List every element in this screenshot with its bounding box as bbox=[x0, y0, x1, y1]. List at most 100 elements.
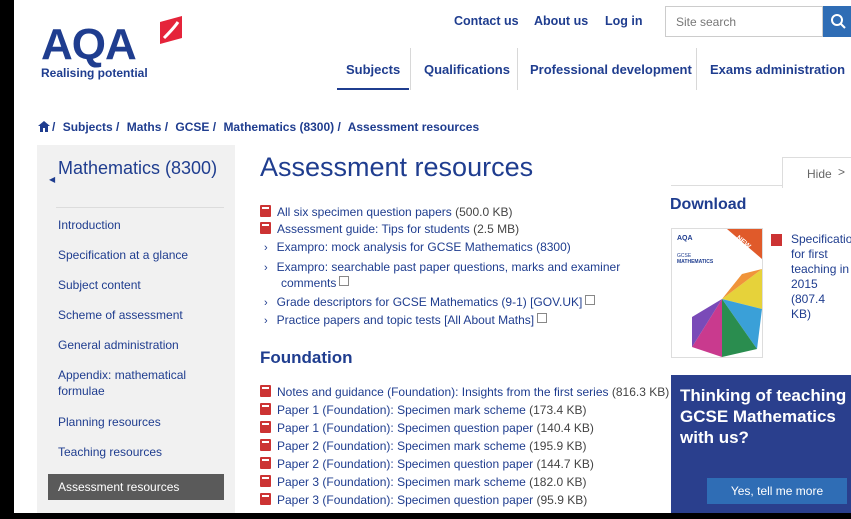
pdf-icon bbox=[260, 475, 271, 487]
list-item[interactable]: Paper 1 (Foundation): Specimen question … bbox=[260, 421, 594, 436]
screen-edge-left bbox=[0, 47, 14, 519]
sidebar-item-subject-content[interactable]: Subject content bbox=[58, 277, 208, 293]
list-item[interactable]: › Practice papers and topic tests [All Ab… bbox=[260, 313, 548, 329]
external-link-icon bbox=[585, 295, 596, 305]
chevron-right-icon: › bbox=[264, 315, 268, 327]
file-size: (816.3 KB) bbox=[611, 385, 670, 399]
chevron-right-icon: › bbox=[264, 242, 268, 254]
resource-link[interactable]: Paper 1 (Foundation): Specimen question … bbox=[277, 421, 533, 435]
nav-active-indicator bbox=[337, 88, 409, 90]
resource-link[interactable]: Notes and guidance (Foundation): Insight… bbox=[277, 385, 609, 399]
chevron-right-icon: › bbox=[264, 262, 268, 274]
breadcrumb-gcse[interactable]: GCSE / bbox=[175, 120, 216, 134]
nav-divider bbox=[696, 48, 697, 90]
nav-qualifications[interactable]: Qualifications bbox=[424, 62, 510, 77]
page: AQA Realising potential Contact us About… bbox=[14, 0, 851, 513]
sidebar-item-appendix[interactable]: Appendix: mathematical formulae bbox=[58, 367, 208, 399]
cover-logo: AQA bbox=[677, 235, 693, 242]
resource-link[interactable]: All six specimen question papers bbox=[277, 205, 452, 219]
spec-line: 2015 (807.4 bbox=[791, 277, 826, 306]
external-link-icon bbox=[537, 313, 548, 323]
contact-us-link[interactable]: Contact us bbox=[454, 14, 519, 28]
search-icon bbox=[831, 14, 846, 29]
sidebar-item-general-admin[interactable]: General administration bbox=[58, 337, 208, 353]
spec-line: for first bbox=[791, 247, 828, 261]
spec-line: teaching in bbox=[791, 262, 850, 276]
resource-link[interactable]: Paper 3 (Foundation): Specimen question … bbox=[277, 493, 533, 507]
list-item[interactable]: Notes and guidance (Foundation): Insight… bbox=[260, 385, 669, 400]
specification-cover-image[interactable]: AQA NEW GCSE MATHEMATICS bbox=[671, 228, 763, 358]
hide-label: Hide bbox=[807, 167, 832, 181]
resource-link[interactable]: Paper 2 (Foundation): Specimen question … bbox=[277, 457, 533, 471]
list-item[interactable]: Paper 3 (Foundation): Specimen question … bbox=[260, 493, 587, 508]
nav-subjects[interactable]: Subjects bbox=[346, 62, 400, 77]
resource-link[interactable]: Exampro: searchable past paper questions… bbox=[277, 260, 621, 274]
nav-professional-development[interactable]: Professional development bbox=[530, 62, 692, 77]
sidebar-title[interactable]: Mathematics (8300) bbox=[58, 157, 218, 179]
pdf-icon bbox=[260, 439, 271, 451]
breadcrumb-current: Assessment resources bbox=[347, 120, 480, 134]
list-item[interactable]: Paper 3 (Foundation): Specimen mark sche… bbox=[260, 475, 587, 490]
sidebar-item-specification[interactable]: Specification at a glance bbox=[58, 247, 208, 263]
search-button[interactable] bbox=[823, 6, 851, 37]
aqa-logo[interactable]: AQA Realising potential bbox=[38, 14, 182, 84]
list-item[interactable]: Paper 2 (Foundation): Specimen mark sche… bbox=[260, 439, 587, 454]
file-size: (144.7 KB) bbox=[536, 457, 594, 471]
resource-link[interactable]: comments bbox=[281, 276, 336, 290]
screen-edge-bottom bbox=[0, 513, 851, 519]
home-icon[interactable] bbox=[38, 121, 50, 132]
list-item-continuation[interactable]: comments bbox=[281, 276, 350, 291]
sidebar-item-planning[interactable]: Planning resources bbox=[58, 414, 208, 430]
file-size: (95.9 KB) bbox=[536, 493, 588, 507]
sidebar-item-teaching[interactable]: Teaching resources bbox=[58, 444, 208, 460]
list-item[interactable]: Assessment guide: Tips for students (2.5… bbox=[260, 222, 519, 237]
right-divider bbox=[671, 185, 782, 186]
resource-link[interactable]: Paper 2 (Foundation): Specimen mark sche… bbox=[277, 439, 526, 453]
sidebar-item-scheme[interactable]: Scheme of assessment bbox=[58, 307, 208, 323]
logo-tagline: Realising potential bbox=[41, 66, 148, 80]
spec-line: KB) bbox=[791, 307, 812, 321]
sidebar-item-assessment-active[interactable]: Assessment resources bbox=[48, 474, 224, 500]
yes-tell-me-more-button[interactable]: Yes, tell me more bbox=[707, 478, 847, 504]
breadcrumb-sep: / bbox=[52, 120, 56, 134]
file-size: (173.4 KB) bbox=[529, 403, 587, 417]
resource-link[interactable]: Paper 1 (Foundation): Specimen mark sche… bbox=[277, 403, 526, 417]
pdf-icon bbox=[260, 205, 271, 217]
pdf-icon bbox=[260, 385, 271, 397]
chevron-right-icon: > bbox=[838, 165, 846, 179]
breadcrumb-maths[interactable]: Maths / bbox=[127, 120, 168, 134]
about-us-link[interactable]: About us bbox=[534, 14, 588, 28]
pdf-icon bbox=[771, 234, 782, 246]
pdf-icon bbox=[260, 222, 271, 234]
logo-wordmark: AQA bbox=[41, 20, 137, 69]
sidebar: ◀ Mathematics (8300) Introduction Specif… bbox=[37, 145, 235, 513]
spec-line: Specification bbox=[791, 232, 851, 246]
breadcrumb-subjects[interactable]: Subjects / bbox=[63, 120, 120, 134]
nav-divider bbox=[517, 48, 518, 90]
sidebar-item-introduction[interactable]: Introduction bbox=[58, 217, 208, 233]
breadcrumb-mathematics[interactable]: Mathematics (8300) / bbox=[223, 120, 340, 134]
nav-divider bbox=[410, 48, 411, 90]
search-input[interactable]: Site search bbox=[665, 6, 823, 37]
caret-left-icon: ◀ bbox=[49, 175, 56, 184]
list-item[interactable]: Paper 2 (Foundation): Specimen question … bbox=[260, 457, 594, 472]
list-item[interactable]: All six specimen question papers (500.0 … bbox=[260, 205, 512, 220]
resource-link[interactable]: Practice papers and topic tests [All Abo… bbox=[277, 313, 534, 327]
download-heading: Download bbox=[670, 196, 747, 213]
resource-link[interactable]: Exampro: mock analysis for GCSE Mathemat… bbox=[277, 240, 571, 254]
file-size: (500.0 KB) bbox=[455, 205, 513, 219]
list-item[interactable]: › Exampro: searchable past paper question… bbox=[260, 260, 620, 276]
list-item[interactable]: › Exampro: mock analysis for GCSE Mathema… bbox=[260, 240, 571, 256]
nav-exams-administration[interactable]: Exams administration bbox=[710, 62, 845, 77]
list-item[interactable]: Paper 1 (Foundation): Specimen mark sche… bbox=[260, 403, 587, 418]
list-item[interactable]: › Grade descriptors for GCSE Mathematics … bbox=[260, 295, 596, 311]
hide-toggle-button[interactable]: Hide > bbox=[782, 157, 851, 188]
foundation-heading: Foundation bbox=[260, 348, 353, 367]
log-in-link[interactable]: Log in bbox=[605, 14, 643, 28]
pdf-icon bbox=[260, 403, 271, 415]
sidebar-divider bbox=[56, 207, 224, 208]
resource-link[interactable]: Grade descriptors for GCSE Mathematics (… bbox=[277, 295, 583, 309]
resource-link[interactable]: Paper 3 (Foundation): Specimen mark sche… bbox=[277, 475, 526, 489]
chevron-right-icon: › bbox=[264, 297, 268, 309]
resource-link[interactable]: Assessment guide: Tips for students bbox=[277, 222, 470, 236]
